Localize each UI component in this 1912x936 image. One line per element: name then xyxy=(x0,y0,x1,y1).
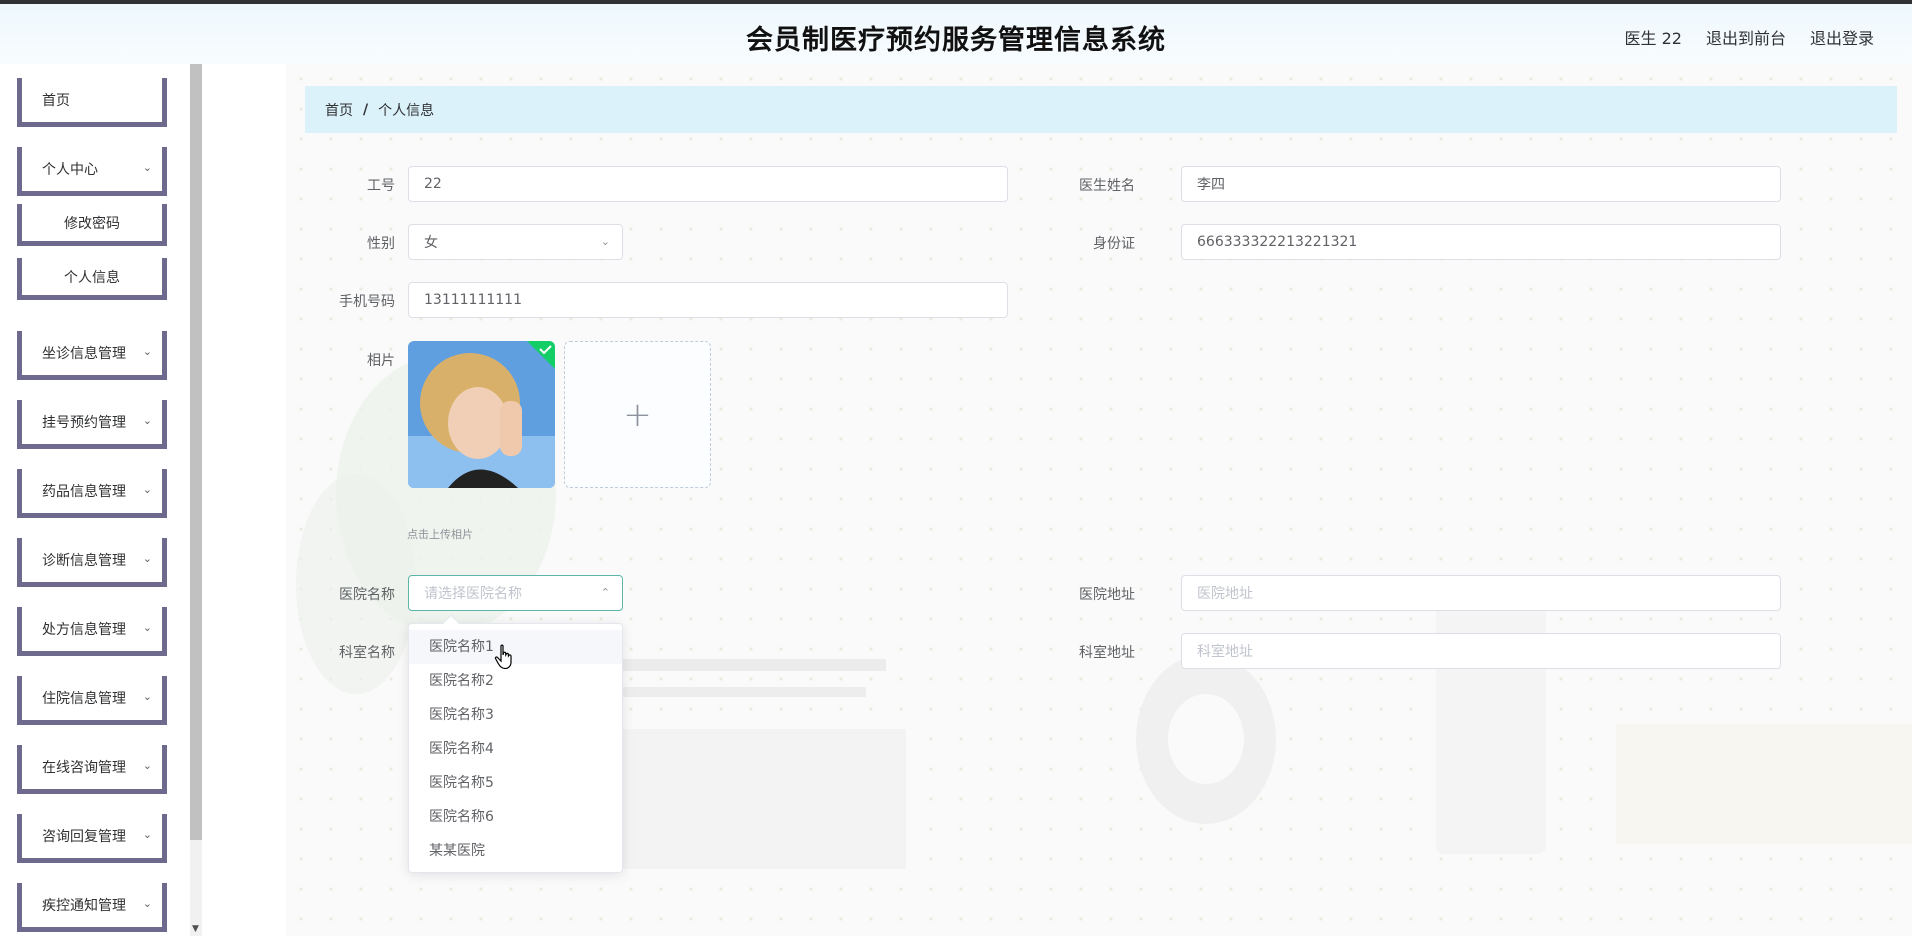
hospital-address-label: 医院地址 xyxy=(1079,587,1135,603)
chevron-down-icon: ⌄ xyxy=(142,161,152,174)
header-actions: 医生 22 退出到前台 退出登录 xyxy=(1625,25,1874,49)
dropdown-option[interactable]: 医院名称1 xyxy=(409,630,622,664)
chevron-down-icon: ⌄ xyxy=(142,345,152,358)
id-card-label: 身份证 xyxy=(1093,236,1135,252)
chevron-down-icon: ⌄ xyxy=(142,414,152,427)
sidebar-item-label: 坐诊信息管理 xyxy=(42,346,126,362)
dropdown-option[interactable]: 医院名称3 xyxy=(409,698,622,732)
scrollbar-thumb[interactable] xyxy=(190,64,202,840)
sidebar-item-label: 个人信息 xyxy=(64,269,120,286)
breadcrumb: 首页 / 个人信息 xyxy=(305,86,1897,133)
hospital-name-label: 医院名称 xyxy=(339,587,395,603)
sidebar-item-label: 药品信息管理 xyxy=(42,484,126,500)
header-bar: 会员制医疗预约服务管理信息系统 医生 22 退出到前台 退出登录 xyxy=(0,4,1912,64)
dropdown-option[interactable]: 医院名称6 xyxy=(409,800,622,834)
sidebar-item-personal-info[interactable]: 个人信息 xyxy=(17,258,167,300)
uploaded-photo-image xyxy=(408,341,555,488)
current-user-label: 医生 22 xyxy=(1624,29,1682,48)
chevron-down-icon: ⌄ xyxy=(142,828,152,841)
phone-label: 手机号码 xyxy=(339,294,395,310)
sidebar-item-label: 住院信息管理 xyxy=(42,691,126,707)
dropdown-option[interactable]: 医院名称5 xyxy=(409,766,622,800)
sidebar-item-change-password[interactable]: 修改密码 xyxy=(17,204,167,246)
upload-photo-button[interactable]: + xyxy=(564,341,711,488)
chevron-up-icon: ⌃ xyxy=(600,586,610,599)
sidebar-item-label: 疾控通知管理 xyxy=(42,898,126,914)
dept-name-label: 科室名称 xyxy=(339,645,395,661)
breadcrumb-current: 个人信息 xyxy=(378,102,435,119)
id-card-field[interactable]: 666333322213221321 xyxy=(1181,224,1781,260)
upload-photo-hint: 点击上传相片 xyxy=(407,528,473,541)
gender-select-value: 女 xyxy=(424,235,438,251)
sidebar-item-online-consult[interactable]: 在线咨询管理 ⌄ xyxy=(17,745,167,794)
doctor-name-field[interactable]: 李四 xyxy=(1181,166,1781,202)
job-no-field[interactable]: 22 xyxy=(408,166,1008,202)
hand-pointer-icon xyxy=(494,644,512,670)
sidebar-item-label: 处方信息管理 xyxy=(42,622,126,638)
sidebar-item-personal-center[interactable]: 个人中心 ⌄ xyxy=(17,147,167,196)
chevron-down-icon: ⌄ xyxy=(600,235,610,248)
dropdown-option[interactable]: 医院名称4 xyxy=(409,732,622,766)
back-to-front-link[interactable]: 退出到前台 xyxy=(1706,25,1786,49)
gender-select[interactable]: 女 ⌄ xyxy=(408,224,623,260)
sidebar-item-label: 咨询回复管理 xyxy=(42,829,126,845)
sidebar-item-label: 首页 xyxy=(42,93,70,109)
sidebar-item-registration[interactable]: 挂号预约管理 ⌄ xyxy=(17,400,167,449)
hospital-name-dropdown: 医院名称1 医院名称2 医院名称3 医院名称4 医院名称5 医院名称6 某某医院 xyxy=(408,614,623,873)
chevron-down-icon: ⌄ xyxy=(142,483,152,496)
sidebar-item-label: 个人中心 xyxy=(42,162,98,178)
sidebar-item-diagnosis[interactable]: 诊断信息管理 ⌄ xyxy=(17,538,167,587)
hospital-address-field[interactable]: 医院地址 xyxy=(1181,575,1781,611)
sidebar-item-label: 诊断信息管理 xyxy=(42,553,126,569)
sidebar-item-prescription[interactable]: 处方信息管理 ⌄ xyxy=(17,607,167,656)
sidebar-item-consult-reply[interactable]: 咨询回复管理 ⌄ xyxy=(17,814,167,863)
breadcrumb-separator: / xyxy=(363,101,369,118)
chevron-down-icon: ⌄ xyxy=(142,897,152,910)
uploaded-photo[interactable] xyxy=(408,341,555,488)
dept-address-label: 科室地址 xyxy=(1079,645,1135,661)
sidebar-item-label: 修改密码 xyxy=(64,215,120,232)
sidebar-item-label: 在线咨询管理 xyxy=(42,760,126,776)
job-no-label: 工号 xyxy=(367,178,395,194)
chevron-down-icon: ⌄ xyxy=(142,621,152,634)
plus-icon: + xyxy=(623,394,652,435)
photo-label: 相片 xyxy=(367,353,395,369)
breadcrumb-home[interactable]: 首页 xyxy=(325,100,353,120)
sidebar-scrollbar[interactable]: ▼ xyxy=(190,64,202,936)
doctor-name-label: 医生姓名 xyxy=(1079,178,1135,194)
logout-link[interactable]: 退出登录 xyxy=(1810,25,1874,49)
dept-address-field[interactable]: 科室地址 xyxy=(1181,633,1781,669)
hospital-name-placeholder: 请选择医院名称 xyxy=(424,586,522,602)
hospital-name-select[interactable]: 请选择医院名称 ⌃ xyxy=(408,575,623,611)
sidebar-item-medicine[interactable]: 药品信息管理 ⌄ xyxy=(17,469,167,518)
sidebar-item-consult-schedule[interactable]: 坐诊信息管理 ⌄ xyxy=(17,331,167,380)
sidebar-item-label: 挂号预约管理 xyxy=(42,415,126,431)
chevron-down-icon: ⌄ xyxy=(142,690,152,703)
gender-label: 性别 xyxy=(367,236,395,252)
sidebar: 首页 个人中心 ⌄ 修改密码 个人信息 坐诊信息管理 ⌄ 挂号预约管理 ⌄ 药品信息管… xyxy=(0,64,190,936)
sidebar-item-disease-notice[interactable]: 疾控通知管理 ⌄ xyxy=(17,883,167,932)
sidebar-item-home[interactable]: 首页 xyxy=(17,78,167,127)
phone-field[interactable]: 13111111111 xyxy=(408,282,1008,318)
sidebar-item-hospitalization[interactable]: 住院信息管理 ⌄ xyxy=(17,676,167,725)
dropdown-option[interactable]: 某某医院 xyxy=(409,834,622,868)
dropdown-option[interactable]: 医院名称2 xyxy=(409,664,622,698)
chevron-down-icon: ⌄ xyxy=(142,759,152,772)
scroll-down-arrow-icon[interactable]: ▼ xyxy=(192,924,199,934)
chevron-down-icon: ⌄ xyxy=(142,552,152,565)
